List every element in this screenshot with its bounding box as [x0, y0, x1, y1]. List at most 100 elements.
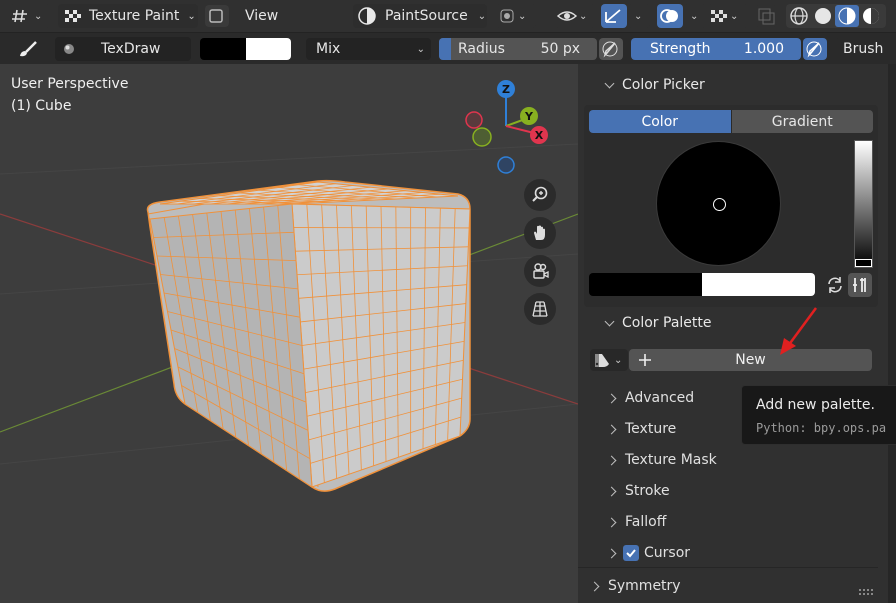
paint-overlay-dropdown[interactable]: ⌄: [708, 4, 748, 28]
cursor-checkbox[interactable]: [623, 545, 639, 561]
strength-pressure-toggle[interactable]: [803, 38, 827, 60]
chevron-right-icon: [606, 486, 617, 496]
divider: [578, 567, 878, 568]
eyedropper-icon: [853, 278, 866, 292]
color-swatches[interactable]: [200, 38, 291, 60]
new-palette-label: New: [735, 352, 766, 368]
zoom-button[interactable]: [524, 179, 556, 211]
color-picker-title: Color Picker: [622, 77, 705, 93]
brush-icon: [20, 41, 37, 57]
subpanel-stroke[interactable]: Stroke: [578, 479, 878, 503]
editor-type-dropdown[interactable]: ⌄: [10, 4, 50, 28]
subpanel-label: Advanced: [625, 390, 695, 406]
drag-handle[interactable]: [859, 582, 875, 595]
color-wheel[interactable]: [656, 141, 781, 266]
subpanel-label: Symmetry: [608, 578, 681, 594]
neg-z-handle: [497, 156, 515, 174]
swap-icon: [828, 277, 842, 293]
overlay-dropdown[interactable]: ⌄: [684, 4, 706, 28]
chevron-down-icon: ⌄: [579, 10, 588, 22]
new-palette-button[interactable]: New: [629, 349, 872, 371]
eyedropper-button[interactable]: [848, 273, 872, 297]
strength-slider[interactable]: Strength 1.000: [631, 38, 801, 60]
color-wheel-cursor[interactable]: [713, 198, 726, 211]
view-menu[interactable]: View: [240, 4, 290, 28]
visibility-dropdown[interactable]: ⌄: [555, 4, 595, 28]
brush-preview-icon: [55, 42, 83, 56]
chevron-down-icon: ⌄: [34, 10, 43, 22]
swap-colors-button[interactable]: [824, 274, 846, 296]
color-palette-title: Color Palette: [622, 315, 712, 331]
radius-pressure-toggle[interactable]: [599, 38, 623, 60]
subpanel-falloff[interactable]: Falloff: [578, 510, 878, 534]
subpanel-label: Texture Mask: [625, 452, 717, 468]
tab-gradient[interactable]: Gradient: [731, 110, 873, 133]
shading-dropdown[interactable]: ⌄: [496, 4, 536, 28]
tooltip-python: Python: bpy.ops.pa: [756, 421, 887, 435]
z-axis-label: Z: [502, 83, 510, 96]
panel-secondary-swatch[interactable]: [702, 273, 815, 296]
paint-source-dropdown[interactable]: PaintSource ⌄: [353, 4, 487, 28]
pan-button[interactable]: [524, 217, 556, 249]
secondary-color-swatch[interactable]: [245, 38, 291, 60]
value-slider[interactable]: [854, 140, 873, 268]
chevron-down-icon: ⌄: [477, 10, 487, 22]
properties-sidebar: Color Picker Color Gradient Color Palett…: [578, 64, 896, 603]
color-palette-header[interactable]: Color Palette: [578, 311, 878, 335]
chevron-down-icon: ⌄: [416, 43, 425, 55]
cube-mesh: [146, 179, 471, 492]
perspective-toggle-button[interactable]: [524, 293, 556, 325]
material-preview-button[interactable]: [835, 5, 859, 27]
grip-icon: [859, 589, 873, 595]
blend-mode-dropdown[interactable]: Mix ⌄: [306, 38, 431, 60]
gizmo-dropdown[interactable]: ⌄: [628, 4, 650, 28]
overlay-icon: [660, 9, 678, 23]
circle-dot-icon: [500, 9, 514, 23]
palette-browse-dropdown[interactable]: ⌄: [590, 349, 628, 371]
material-icon: [838, 7, 856, 25]
camera-view-button[interactable]: [524, 255, 556, 287]
brush-selector[interactable]: TexDraw: [55, 37, 191, 61]
subpanel-label: Falloff: [625, 514, 667, 530]
mode-dropdown[interactable]: Texture Paint ⌄: [58, 4, 198, 28]
panel-primary-swatch[interactable]: [589, 273, 702, 296]
3d-viewport[interactable]: User Perspective (1) Cube Z Y X: [0, 64, 578, 603]
xray-toggle[interactable]: [755, 5, 777, 27]
xray-icon: [758, 8, 775, 25]
strength-label: Strength: [650, 41, 711, 57]
subpanel-texture-mask[interactable]: Texture Mask: [578, 448, 878, 472]
window-toggle-button[interactable]: [205, 5, 229, 27]
neg-x-handle: [465, 111, 483, 129]
color-picker-header[interactable]: Color Picker: [578, 73, 878, 97]
chevron-right-icon: [606, 517, 617, 527]
value-slider-handle[interactable]: [855, 259, 872, 267]
navigation-gizmo[interactable]: Z Y X: [460, 78, 550, 178]
subpanel-symmetry[interactable]: Symmetry: [578, 574, 878, 598]
chevron-right-icon: [606, 424, 617, 434]
color-swatch-pair[interactable]: [589, 273, 815, 296]
shading-modes-group: [786, 4, 886, 28]
mode-label: Texture Paint: [89, 8, 180, 24]
subpanel-label: Cursor: [644, 545, 691, 561]
sidebar-scrollbar[interactable]: [888, 64, 896, 603]
gizmo-toggle[interactable]: [601, 4, 627, 28]
radius-slider[interactable]: Radius 50 px: [439, 38, 597, 60]
chevron-down-icon: ⌄: [730, 10, 739, 22]
gizmo-icon: [605, 9, 621, 23]
active-tool[interactable]: [14, 38, 42, 60]
palette-icon: [595, 354, 609, 367]
strength-value: 1.000: [743, 41, 784, 57]
wireframe-icon[interactable]: [787, 5, 811, 27]
brush-menu-label: Brush: [843, 41, 884, 57]
solid-icon[interactable]: [811, 5, 835, 27]
tab-color[interactable]: Color: [589, 110, 732, 133]
rendered-icon[interactable]: [859, 5, 883, 27]
chevron-down-icon: ⌄: [187, 10, 196, 22]
overlay-toggle[interactable]: [657, 4, 683, 28]
brush-menu[interactable]: Brush: [835, 38, 896, 60]
perspective-grid-icon: [532, 301, 548, 317]
blend-mode-label: Mix: [316, 41, 341, 57]
primary-color-swatch[interactable]: [200, 38, 246, 60]
color-picker-tabs: Color Gradient: [589, 110, 873, 133]
subpanel-cursor[interactable]: Cursor: [578, 541, 878, 565]
